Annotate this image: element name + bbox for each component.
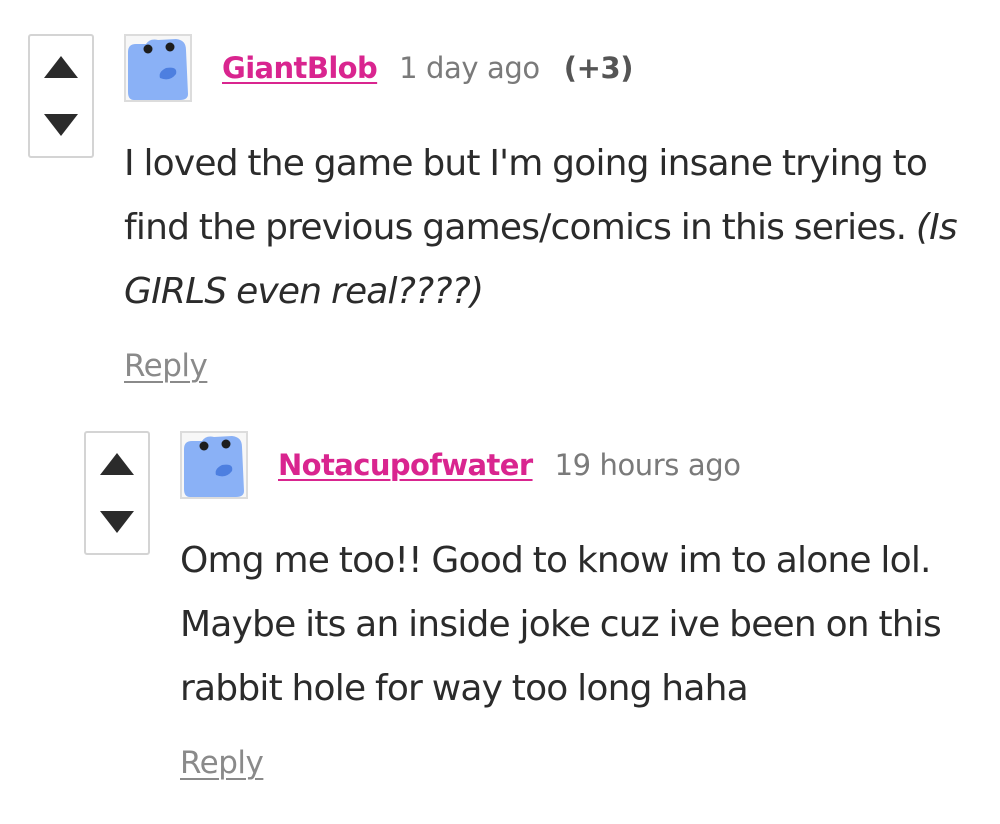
vote-box [28,34,94,158]
reply-link[interactable]: Reply [180,745,264,781]
avatar[interactable] [180,431,248,499]
comment-body: Omg me too!! Good to know im to alone lo… [180,529,980,721]
downvote-arrow-icon[interactable] [42,106,80,144]
score-badge: (+3) [563,51,634,85]
comment-text: I loved the game but I'm going insane tr… [124,143,928,248]
blue-blob-avatar-icon [128,39,188,100]
upvote-arrow-icon[interactable] [98,445,136,483]
vote-box [84,431,150,555]
blue-blob-avatar-icon [184,436,244,497]
reply-link[interactable]: Reply [124,348,208,384]
comment-text: Omg me too!! Good to know im to alone lo… [180,540,942,709]
downvote-arrow-icon[interactable] [98,503,136,541]
upvote-arrow-icon[interactable] [42,48,80,86]
comment-header: GiantBlob 1 day ago (+3) [222,48,634,88]
avatar[interactable] [124,34,192,102]
username-link[interactable]: GiantBlob [222,51,378,85]
timestamp: 1 day ago [399,51,540,85]
username-link[interactable]: Notacupofwater [278,448,533,482]
timestamp: 19 hours ago [554,448,741,482]
comment-body: I loved the game but I'm going insane tr… [124,132,984,324]
comment-header: Notacupofwater 19 hours ago [278,445,741,485]
